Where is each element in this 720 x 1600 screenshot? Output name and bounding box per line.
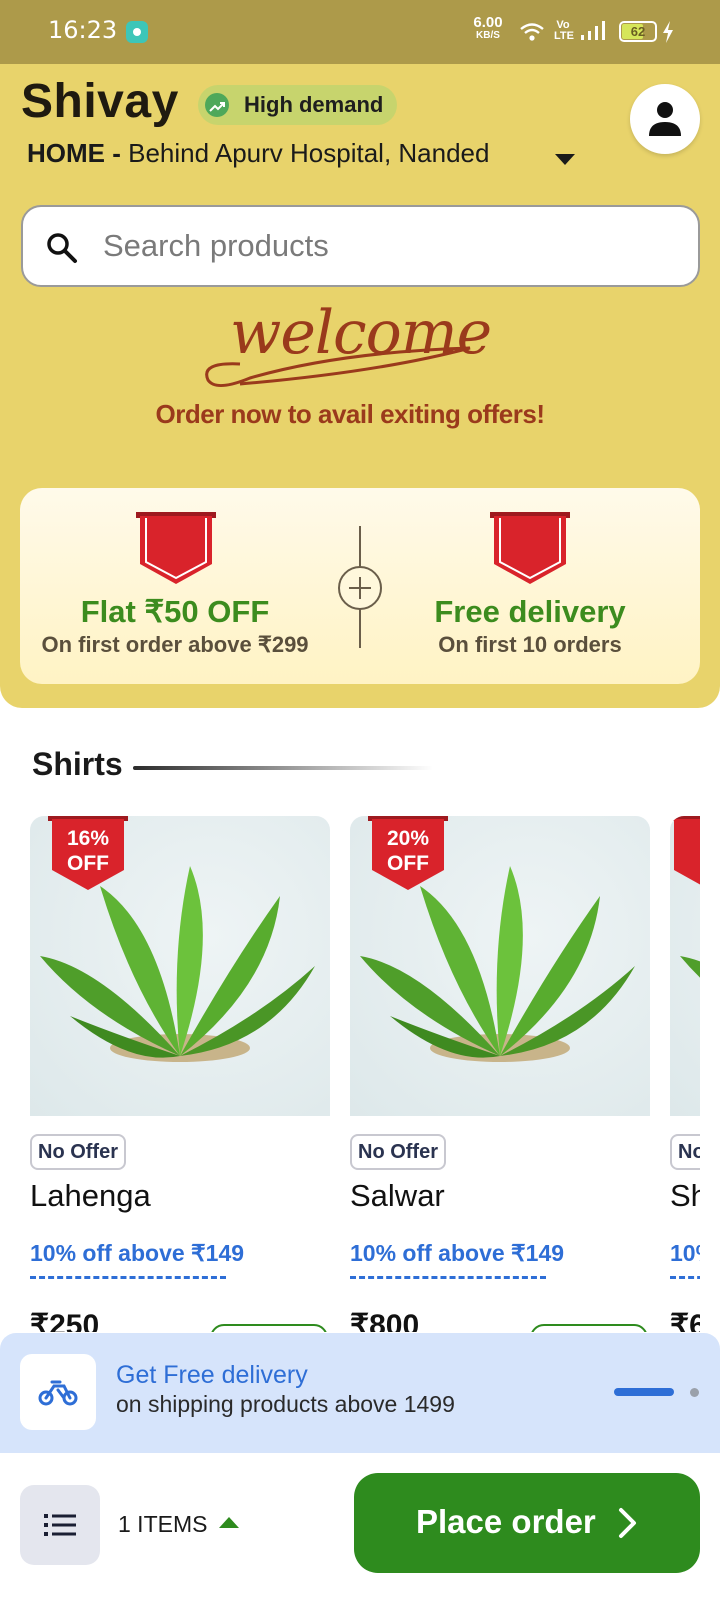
section-divider [133, 766, 433, 770]
offers-card: Flat ₹50 OFF On first order above ₹299 F… [20, 488, 700, 684]
welcome-banner: welcome [180, 298, 492, 402]
product-name: Salwar [350, 1178, 445, 1213]
app-notification-icon [126, 21, 148, 43]
add-button[interactable] [210, 1324, 328, 1332]
bottom-bar: 1 ITEMS Place order [0, 1453, 720, 1600]
search-bar[interactable] [21, 205, 700, 287]
chevron-right-icon [619, 1508, 636, 1538]
product-price: ₹800 [350, 1309, 420, 1332]
product-price: ₹6 [670, 1309, 700, 1332]
add-button[interactable] [530, 1324, 648, 1332]
discount-percent: 20% [386, 827, 430, 850]
discount-ribbon-icon [670, 816, 700, 885]
product-image[interactable] [670, 816, 700, 1116]
product-deal[interactable]: 10% off above ₹149 [30, 1240, 244, 1267]
trend-up-icon [205, 93, 229, 117]
product-card[interactable]: 20% OFF No Offer Salwar 10% off above ₹1… [350, 816, 650, 1332]
battery-percent: 62 [630, 24, 646, 39]
offer-ribbon-icon [490, 512, 570, 584]
welcome-word: welcome [230, 298, 492, 368]
pager-indicator-active[interactable] [614, 1388, 674, 1396]
product-price: ₹250 [30, 1309, 100, 1332]
status-time: 16:23 [48, 16, 118, 44]
deal-underline [30, 1276, 226, 1279]
product-card[interactable]: 16% OFF No Offer Lahenga 10% off above ₹… [30, 816, 330, 1332]
wifi-icon [520, 23, 544, 41]
charging-bolt-icon [663, 21, 673, 43]
product-name: Lahenga [30, 1178, 151, 1213]
volte-icon: Vo LTE [554, 19, 574, 42]
offer-title-delivery: Free delivery [434, 594, 626, 629]
address-text: Behind Apurv Hospital, Nanded [128, 138, 490, 168]
product-carousel[interactable]: 16% OFF No Offer Lahenga 10% off above ₹… [0, 816, 700, 1332]
bike-icon [38, 1380, 78, 1406]
product-image[interactable]: 16% OFF [30, 816, 330, 1116]
offer-subtitle-delivery: On first 10 orders [438, 632, 622, 657]
discount-off: OFF [67, 852, 109, 875]
free-delivery-banner[interactable]: Get Free delivery on shipping products a… [0, 1333, 720, 1453]
place-order-label: Place order [416, 1503, 596, 1540]
search-icon [47, 233, 77, 263]
store-name: Shivay [21, 75, 179, 128]
cart-items-count[interactable]: 1 ITEMS [118, 1511, 207, 1538]
product-image[interactable]: 20% OFF [350, 816, 650, 1116]
discount-percent: 16% [66, 827, 110, 850]
product-name: Sh [670, 1178, 700, 1213]
address-selector[interactable]: HOME - Behind Apurv Hospital, Nanded [27, 138, 489, 169]
offer-tag: No [670, 1134, 700, 1170]
cart-list-button[interactable] [20, 1485, 100, 1565]
network-speed: 6.00 KB/S [470, 15, 506, 42]
discount-badge: 16% OFF [48, 826, 128, 876]
offer-tag: No Offer [30, 1134, 126, 1170]
user-icon [649, 102, 681, 136]
offer-subtitle-discount: On first order above ₹299 [41, 632, 309, 657]
offer-ribbon-icon [136, 512, 216, 584]
chevron-down-icon[interactable] [555, 154, 575, 165]
product-deal[interactable]: 10% [670, 1240, 700, 1267]
deal-underline [670, 1276, 700, 1279]
place-order-button[interactable]: Place order [354, 1473, 700, 1573]
battery-icon: 62 [619, 21, 657, 42]
deal-underline [350, 1276, 546, 1279]
header: Shivay High demand HOME - Behind Apurv H… [0, 64, 720, 708]
signal-icon [581, 21, 605, 40]
product-deal[interactable]: 10% off above ₹149 [350, 1240, 564, 1267]
discount-off: OFF [387, 852, 429, 875]
search-input[interactable] [103, 207, 673, 285]
profile-button[interactable] [630, 84, 700, 154]
discount-badge: 20% OFF [368, 826, 448, 876]
pager-indicator-dot[interactable] [690, 1388, 699, 1397]
delivery-title: Get Free delivery [116, 1361, 308, 1389]
product-card[interactable]: No Sh 10% ₹6 [670, 816, 700, 1332]
demand-badge: High demand [198, 85, 398, 125]
address-label: HOME - [27, 138, 121, 168]
welcome-subtitle: Order now to avail exiting offers! [155, 399, 545, 429]
offer-tag: No Offer [350, 1134, 446, 1170]
list-icon [44, 1514, 76, 1536]
bike-icon-box [20, 1354, 96, 1430]
status-bar: 16:23 6.00 KB/S Vo LTE 62 [0, 0, 720, 64]
demand-badge-label: High demand [244, 92, 384, 117]
offer-title-discount: Flat ₹50 OFF [80, 594, 270, 629]
section-title: Shirts [32, 746, 123, 782]
chevron-up-icon[interactable] [219, 1517, 239, 1528]
delivery-subtitle: on shipping products above 1499 [116, 1391, 455, 1417]
